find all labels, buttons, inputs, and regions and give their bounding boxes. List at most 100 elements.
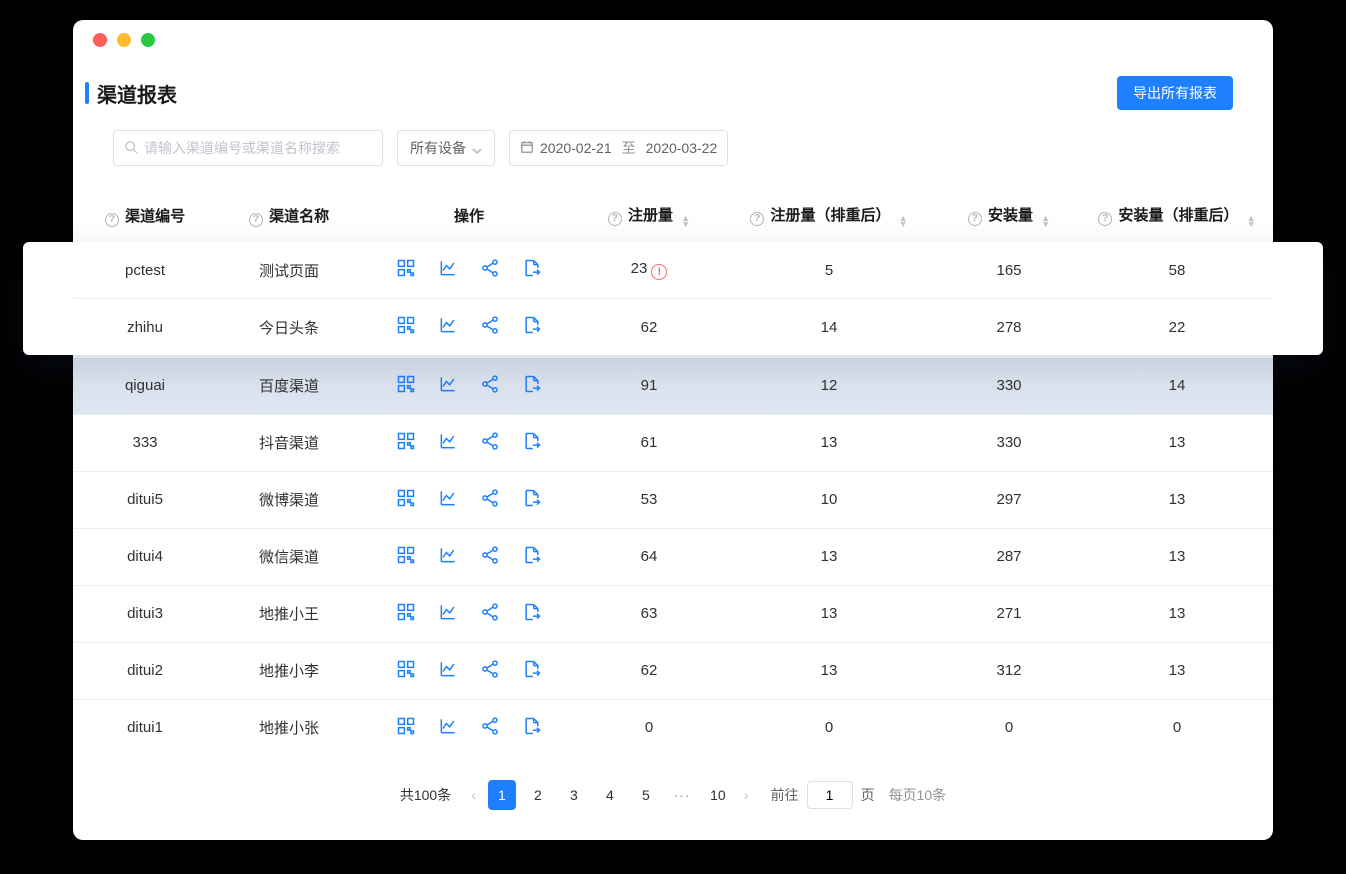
pagination-page[interactable]: 10 [704,780,732,810]
qrcode-icon[interactable] [396,488,416,512]
table-wrap: ? 渠道编号 ? 渠道名称 操作 ? 注册量 ▲ [73,186,1273,756]
qrcode-icon[interactable] [396,374,416,398]
export-file-icon[interactable] [522,659,542,683]
date-range-picker[interactable]: 2020-02-21 至 2020-03-22 [509,130,728,166]
cell-m1: 62 [577,299,721,356]
qrcode-icon[interactable] [396,659,416,683]
cell-ops [361,642,577,699]
cell-ops [361,242,577,299]
share-icon[interactable] [480,374,500,398]
cell-m3: 271 [937,585,1081,642]
chart-icon[interactable] [438,315,458,339]
cell-m1: 61 [577,414,721,471]
export-file-icon[interactable] [522,431,542,455]
help-icon[interactable]: ? [1098,212,1112,226]
pagination-next[interactable]: › [740,787,753,803]
pagination-page[interactable]: 1 [488,780,516,810]
col-header-m2[interactable]: ? 注册量（排重后） ▲▼ [721,186,937,246]
export-button[interactable]: 导出所有报表 [1117,76,1233,110]
export-file-icon[interactable] [522,315,542,339]
qrcode-icon[interactable] [396,716,416,740]
share-icon[interactable] [480,488,500,512]
col-header-m1[interactable]: ? 注册量 ▲▼ [577,186,721,246]
table-row[interactable]: ditui1 地推小张 0 0 0 0 [73,699,1273,756]
maximize-icon[interactable] [141,33,155,47]
table-row[interactable]: pctest 测试页面 23! 5 165 58 [73,242,1273,299]
cell-m1: 53 [577,471,721,528]
help-icon[interactable]: ? [750,212,764,226]
export-file-icon[interactable] [522,716,542,740]
qrcode-icon[interactable] [396,431,416,455]
minimize-icon[interactable] [117,33,131,47]
table-row[interactable]: 333 抖音渠道 61 13 330 13 [73,414,1273,471]
close-icon[interactable] [93,33,107,47]
help-icon[interactable]: ? [968,212,982,226]
sort-icon[interactable]: ▲▼ [1247,215,1256,227]
cell-id: ditui5 [73,471,217,528]
sort-icon[interactable]: ▲▼ [1041,215,1050,227]
pagination-prev[interactable]: ‹ [467,787,480,803]
chart-icon[interactable] [438,602,458,626]
cell-name: 地推小李 [217,642,361,699]
chart-icon[interactable] [438,716,458,740]
title-accent-bar [85,82,89,104]
pagination-page[interactable]: 4 [596,780,624,810]
cell-name: 地推小张 [217,699,361,756]
table-row[interactable]: ditui5 微博渠道 53 10 297 13 [73,471,1273,528]
elevated-table: pctest 测试页面 23! 5 165 58 zhihu 今日头条 62 1… [73,242,1273,355]
qrcode-icon[interactable] [396,545,416,569]
share-icon[interactable] [480,716,500,740]
chart-icon[interactable] [438,545,458,569]
col-header-m4[interactable]: ? 安装量（排重后） ▲▼ [1081,186,1273,246]
pagination-page[interactable]: 5 [632,780,660,810]
help-icon[interactable]: ? [105,213,119,227]
chart-icon[interactable] [438,488,458,512]
cell-m4: 22 [1081,299,1273,356]
share-icon[interactable] [480,315,500,339]
pagination-page[interactable]: 3 [560,780,588,810]
cell-m2: 14 [721,299,937,356]
share-icon[interactable] [480,659,500,683]
table-row[interactable]: ditui4 微信渠道 64 13 287 13 [73,528,1273,585]
qrcode-icon[interactable] [396,602,416,626]
filter-row: 请输入渠道编号或渠道名称搜索 所有设备 2020-02-21 至 2020-03… [73,130,1273,186]
chart-icon[interactable] [438,258,458,282]
pagination-goto-input[interactable] [807,781,853,809]
col-header-m3[interactable]: ? 安装量 ▲▼ [937,186,1081,246]
titlebar [73,20,1273,60]
warning-icon[interactable]: ! [651,264,667,280]
cell-name: 微信渠道 [217,528,361,585]
chart-icon[interactable] [438,374,458,398]
device-select[interactable]: 所有设备 [397,130,495,166]
help-icon[interactable]: ? [608,212,622,226]
chart-icon[interactable] [438,431,458,455]
cell-m3: 0 [937,699,1081,756]
export-file-icon[interactable] [522,374,542,398]
search-input[interactable]: 请输入渠道编号或渠道名称搜索 [113,130,383,166]
cell-m3: 312 [937,642,1081,699]
share-icon[interactable] [480,431,500,455]
chart-icon[interactable] [438,659,458,683]
qrcode-icon[interactable] [396,258,416,282]
table-row[interactable]: ditui3 地推小王 63 13 271 13 [73,585,1273,642]
export-file-icon[interactable] [522,602,542,626]
export-file-icon[interactable] [522,545,542,569]
cell-id: 333 [73,414,217,471]
cell-m4: 13 [1081,528,1273,585]
table-row[interactable]: ditui2 地推小李 62 13 312 13 [73,642,1273,699]
qrcode-icon[interactable] [396,315,416,339]
table-row[interactable]: qiguai 百度渠道 91 12 330 14 [73,358,1273,415]
table-row[interactable]: zhihu 今日头条 62 14 278 22 [73,299,1273,356]
cell-id: qiguai [73,358,217,415]
help-icon[interactable]: ? [249,213,263,227]
share-icon[interactable] [480,602,500,626]
search-icon [124,140,144,157]
sort-icon[interactable]: ▲▼ [899,215,908,227]
share-icon[interactable] [480,258,500,282]
export-file-icon[interactable] [522,258,542,282]
export-file-icon[interactable] [522,488,542,512]
cell-m4: 13 [1081,585,1273,642]
pagination-page[interactable]: 2 [524,780,552,810]
share-icon[interactable] [480,545,500,569]
sort-icon[interactable]: ▲▼ [681,215,690,227]
